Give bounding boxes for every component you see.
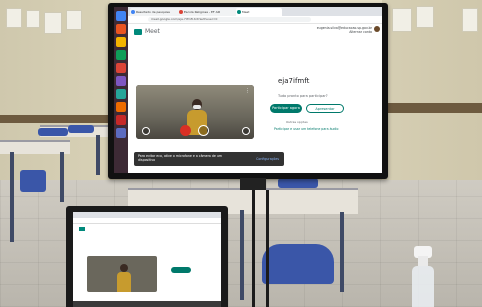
app-icon[interactable]	[116, 50, 126, 60]
present-button[interactable]: Apresentar	[306, 104, 344, 113]
classroom-scene: Resultado de pesquisa Escola Religiosa -…	[0, 0, 482, 307]
phone-audio-link[interactable]: Participar e usar um telefone para áudio	[274, 127, 338, 131]
tab-favicon-icon	[131, 10, 135, 14]
tab-favicon-icon	[179, 10, 183, 14]
wall-paper	[66, 10, 82, 30]
camera-toggle-icon[interactable]	[198, 125, 209, 136]
address-bar[interactable]: meet.google.com/eja-7ifmft-txt?authuser=…	[148, 17, 311, 22]
avatar[interactable]	[374, 26, 380, 32]
meeting-code: eja7ifmft	[278, 77, 310, 85]
laptop-join-button[interactable]	[171, 267, 191, 273]
browser-tab[interactable]: Escola Religiosa - EF AIII	[178, 8, 240, 16]
display-stand	[240, 178, 266, 190]
browser-tab[interactable]: Resultado de pesquisa	[130, 8, 182, 16]
files-icon[interactable]	[116, 24, 126, 34]
camera-preview: ⋮	[136, 85, 254, 139]
wall-trim-right	[382, 103, 482, 113]
person-head	[120, 264, 128, 272]
browser-tab-active[interactable]: Meet	[236, 8, 282, 16]
blue-chair	[278, 178, 318, 188]
mic-toggle-icon[interactable]	[180, 125, 191, 136]
app-icon[interactable]	[116, 102, 126, 112]
laptop	[66, 206, 228, 307]
desk-leg	[240, 210, 244, 300]
tripod-pole	[266, 190, 269, 307]
tab-label: Escola Religiosa - EF AIII	[184, 10, 221, 14]
display-screen: Resultado de pesquisa Escola Religiosa -…	[114, 7, 382, 173]
desk-leg	[340, 212, 344, 292]
person-in-preview	[117, 264, 131, 292]
blue-chair	[68, 125, 94, 133]
wall-paper	[462, 8, 478, 32]
browser-tab-bar: Resultado de pesquisa Escola Religiosa -…	[128, 7, 382, 16]
app-icon[interactable]	[116, 37, 126, 47]
wall-paper	[416, 6, 434, 28]
desk-leg	[60, 152, 64, 202]
tab-label: Resultado de pesquisa	[136, 10, 170, 14]
account-info: eugenia.silva@educacao.sp.gov.br Alterna…	[317, 26, 372, 34]
wall-paper	[6, 8, 22, 28]
spray-neck	[418, 256, 428, 266]
settings-link[interactable]: Configurações	[256, 157, 279, 161]
app-icon[interactable]	[116, 115, 126, 125]
app-icon[interactable]	[116, 128, 126, 138]
blue-chair	[38, 128, 68, 136]
tab-favicon-icon	[237, 10, 241, 14]
wall-paper	[392, 8, 412, 32]
blue-chair	[20, 170, 46, 192]
switch-account-link[interactable]: Alternar conta	[317, 30, 372, 34]
desk-leg	[96, 135, 100, 175]
effects-icon[interactable]	[142, 127, 150, 135]
spray-bottle	[408, 246, 438, 307]
meet-logo-icon	[79, 227, 85, 231]
chrome-icon[interactable]	[116, 11, 126, 21]
face-mask	[193, 105, 201, 109]
person-sweater	[117, 272, 131, 292]
spray-body	[412, 266, 434, 307]
wall-paper	[26, 10, 40, 28]
ready-to-join-text: Tudo pronto para participar?	[278, 94, 328, 98]
laptop-address-bar	[73, 218, 221, 224]
app-icon[interactable]	[116, 89, 126, 99]
wall-trim-left	[0, 115, 110, 123]
os-launcher	[114, 7, 128, 173]
wall-display: Resultado de pesquisa Escola Religiosa -…	[108, 3, 388, 179]
app-title: Meet	[145, 28, 160, 35]
more-options-icon[interactable]: ⋮	[245, 88, 250, 94]
tripod-pole	[252, 190, 255, 307]
laptop-taskbar	[73, 301, 221, 307]
tab-label: Meet	[242, 10, 250, 14]
laptop-camera-preview	[87, 256, 157, 292]
other-options-label: Outras opções	[286, 120, 308, 124]
desk-leg	[10, 152, 14, 242]
app-icon[interactable]	[116, 63, 126, 73]
laptop-screen	[73, 212, 221, 307]
blue-chair	[262, 244, 334, 284]
wall-paper	[44, 12, 62, 34]
app-icon[interactable]	[116, 76, 126, 86]
snackbar-text: Para evitar eco, ative o microfone e a c…	[138, 154, 222, 162]
address-bar-row: meet.google.com/eja-7ifmft-txt?authuser=…	[128, 16, 382, 24]
echo-warning-snackbar: Para evitar eco, ative o microfone e a c…	[134, 152, 284, 166]
join-now-button[interactable]: Participar agora	[270, 104, 302, 113]
visual-effects-icon[interactable]	[242, 127, 250, 135]
meet-logo-icon	[134, 29, 142, 35]
